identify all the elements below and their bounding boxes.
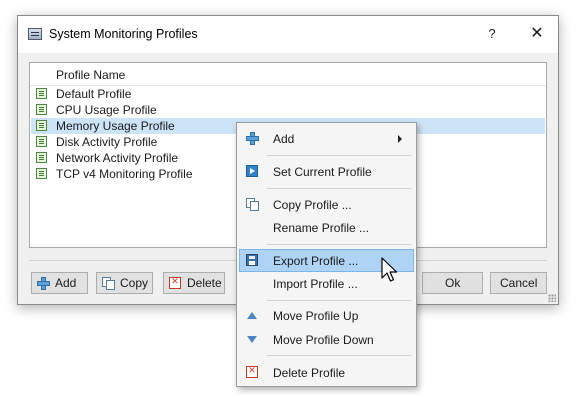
profile-icon — [36, 152, 47, 163]
menu-item-label: Delete Profile — [273, 366, 346, 380]
menu-separator — [267, 300, 412, 301]
menu-item-label: Export Profile ... — [273, 254, 359, 268]
menu-item-delete-profile[interactable]: Delete Profile — [239, 361, 414, 384]
ok-button-label: Ok — [445, 276, 461, 290]
menu-separator — [267, 155, 412, 156]
menu-separator — [267, 355, 412, 356]
profile-icon — [36, 168, 47, 179]
delete-icon — [246, 365, 258, 378]
cancel-button-label: Cancel — [500, 276, 538, 290]
resize-grip[interactable] — [548, 294, 556, 302]
profile-label: Network Activity Profile — [56, 151, 179, 165]
menu-separator — [267, 244, 412, 245]
menu-item-move-profile-down[interactable]: Move Profile Down — [239, 328, 414, 351]
menu-item-label: Set Current Profile — [273, 165, 372, 179]
cancel-button[interactable]: Cancel — [490, 272, 547, 294]
list-item[interactable]: Default Profile — [31, 86, 545, 102]
column-header-profile-name[interactable]: Profile Name — [56, 68, 125, 82]
delete-icon — [169, 276, 181, 289]
ok-button[interactable]: Ok — [422, 272, 483, 294]
profile-label: CPU Usage Profile — [56, 103, 157, 117]
menu-item-label: Move Profile Up — [273, 309, 359, 323]
profile-icon — [36, 88, 47, 99]
plus-icon — [246, 132, 259, 145]
profile-label: Disk Activity Profile — [56, 135, 158, 149]
menu-separator — [267, 188, 412, 189]
arrow-up-icon — [246, 309, 258, 321]
plus-icon — [37, 277, 50, 290]
list-item[interactable]: CPU Usage Profile — [31, 102, 545, 118]
list-header[interactable]: Profile Name — [30, 63, 546, 86]
submenu-arrow-icon — [398, 135, 402, 143]
dialog-title: System Monitoring Profiles — [49, 27, 198, 41]
play-icon — [246, 165, 258, 177]
profile-icon — [36, 136, 47, 147]
title-bar: System Monitoring Profiles ? ✕ — [18, 16, 558, 53]
profile-icon — [36, 120, 47, 131]
context-menu: Add Set Current Profile Copy Profile ...… — [236, 122, 417, 387]
arrow-down-icon — [246, 333, 258, 345]
menu-item-set-current-profile[interactable]: Set Current Profile — [239, 160, 414, 183]
profile-label: Default Profile — [56, 87, 132, 101]
menu-item-label: Add — [273, 132, 295, 146]
add-button[interactable]: Add — [31, 272, 88, 294]
menu-item-rename-profile[interactable]: Rename Profile ... — [239, 216, 414, 239]
copy-icon — [102, 277, 115, 290]
profile-icon — [36, 104, 47, 115]
mouse-pointer-icon — [381, 257, 398, 282]
help-button[interactable]: ? — [482, 24, 502, 44]
menu-item-label: Move Profile Down — [273, 333, 374, 347]
close-button[interactable]: ✕ — [527, 24, 547, 44]
menu-item-label: Copy Profile ... — [273, 198, 352, 212]
menu-item-add[interactable]: Add — [239, 127, 414, 150]
copy-button-label: Copy — [120, 276, 149, 290]
copy-button[interactable]: Copy — [96, 272, 153, 294]
delete-button[interactable]: Delete — [163, 272, 225, 294]
monitor-icon — [28, 28, 42, 40]
save-icon — [246, 254, 258, 266]
menu-item-copy-profile[interactable]: Copy Profile ... — [239, 193, 414, 216]
copy-icon — [246, 198, 259, 211]
menu-item-move-profile-up[interactable]: Move Profile Up — [239, 304, 414, 327]
add-button-label: Add — [55, 276, 77, 290]
menu-item-label: Rename Profile ... — [273, 221, 370, 235]
profile-label: Memory Usage Profile — [56, 119, 175, 133]
menu-item-label: Import Profile ... — [273, 277, 358, 291]
delete-button-label: Delete — [187, 276, 222, 290]
profile-label: TCP v4 Monitoring Profile — [56, 167, 193, 181]
